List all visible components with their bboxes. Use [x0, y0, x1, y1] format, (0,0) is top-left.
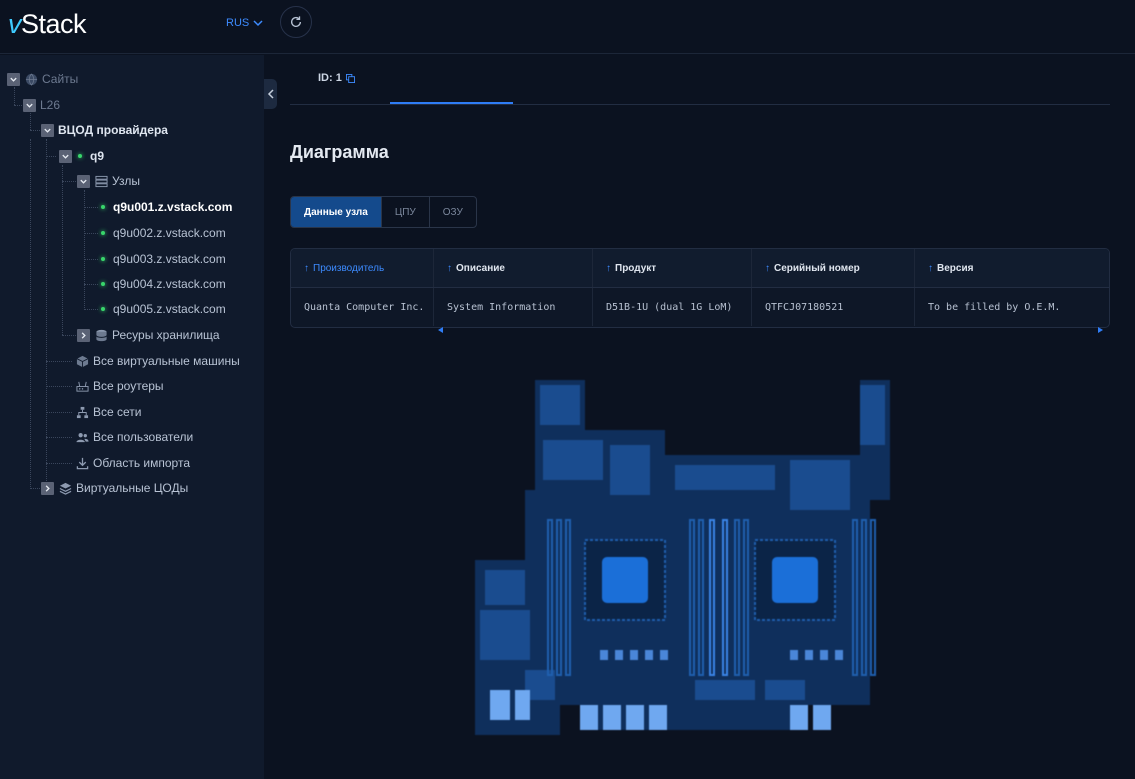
tree-item-cluster-q9[interactable]: q9 — [59, 147, 104, 165]
refresh-button[interactable] — [280, 6, 312, 38]
globe-icon — [24, 72, 38, 86]
tree-item-node[interactable]: q9u003.z.vstack.com — [96, 250, 226, 268]
language-label: RUS — [226, 17, 250, 29]
tree-item-node[interactable]: q9u001.z.vstack.com — [96, 198, 232, 216]
table-header-row: ↑ Производитель ↑ Описание ↑ Продукт ↑ Серий… — [291, 249, 1109, 288]
status-online-dot — [101, 257, 105, 261]
copy-icon[interactable] — [345, 73, 355, 83]
status-online-dot — [78, 154, 82, 158]
expand-toggle[interactable] — [77, 328, 90, 342]
tree-item-import-area[interactable]: Область импорта — [75, 454, 190, 472]
tree-item-label: L26 — [40, 98, 61, 112]
page-title: Диаграмма — [290, 142, 389, 162]
view-segmented-control: Данные узла ЦПУ ОЗУ — [290, 196, 477, 228]
refresh-icon — [290, 16, 302, 27]
tree-item-label: Ресуры хранилища — [112, 328, 220, 342]
active-tab-indicator — [390, 102, 513, 104]
expand-toggle[interactable] — [59, 149, 72, 163]
tree-item-label: Область импорта — [93, 456, 190, 470]
cube-icon — [75, 354, 89, 368]
chevron-down-icon — [253, 20, 263, 27]
tree-item-label: q9 — [90, 149, 105, 163]
tab-bar: ID: 1 — [290, 55, 1110, 105]
tree-item-all-users[interactable]: Все пользователи — [75, 428, 193, 446]
tree-item-label: q9u001.z.vstack.com — [113, 200, 233, 214]
table-cell: D51B-1U (dual 1G LoM) — [593, 288, 752, 326]
tree-item-label: Все роутеры — [93, 379, 164, 393]
table-cell: QTFCJ07180521 — [752, 288, 915, 326]
motherboard-diagram — [475, 380, 890, 735]
segment-ram[interactable]: ОЗУ — [428, 197, 476, 227]
language-selector[interactable]: RUS — [226, 17, 263, 29]
status-online-dot — [101, 282, 105, 286]
tree-item-provider-vdc[interactable]: ВЦОД провайдера — [41, 121, 168, 139]
tree-item-node[interactable]: q9u005.z.vstack.com — [96, 300, 226, 318]
tree-item-label: q9u004.z.vstack.com — [113, 277, 226, 291]
tree-item-nodes[interactable]: Узлы — [77, 172, 140, 190]
download-icon — [75, 456, 89, 470]
database-icon — [94, 328, 108, 342]
tree-item-virtual-vdcs[interactable]: Виртуальные ЦОДы — [41, 479, 188, 497]
expand-toggle[interactable] — [77, 174, 90, 188]
sort-arrow-icon: ↑ — [928, 262, 933, 274]
column-header-serial[interactable]: ↑ Серийный номер — [752, 249, 915, 287]
scroll-right-arrow[interactable] — [1098, 327, 1103, 333]
tree-item-all-routers[interactable]: Все роутеры — [75, 377, 164, 395]
sort-arrow-icon: ↑ — [765, 262, 770, 274]
layers-icon — [58, 481, 72, 495]
scroll-left-arrow[interactable] — [438, 327, 443, 333]
sort-arrow-icon: ↑ — [447, 262, 452, 274]
node-info-table: ↑ Производитель ↑ Описание ↑ Продукт ↑ Серий… — [290, 248, 1110, 328]
tree-item-all-vms[interactable]: Все виртуальные машины — [75, 352, 240, 370]
tree-item-all-networks[interactable]: Все сети — [75, 403, 142, 421]
expand-toggle[interactable] — [41, 481, 54, 495]
column-header-description[interactable]: ↑ Описание — [434, 249, 593, 287]
vstack-logo[interactable]: vStack — [8, 9, 87, 40]
expand-toggle[interactable] — [41, 123, 54, 137]
network-icon — [75, 405, 89, 419]
tree-item-label: Все пользователи — [93, 430, 194, 444]
tree-item-node[interactable]: q9u002.z.vstack.com — [96, 224, 226, 242]
sidebar-collapse-button[interactable] — [264, 79, 277, 109]
segment-cpu[interactable]: ЦПУ — [380, 197, 429, 227]
expand-toggle[interactable] — [7, 72, 20, 86]
tree-item-label: Все сети — [93, 405, 142, 419]
tree-item-node[interactable]: q9u004.z.vstack.com — [96, 275, 226, 293]
tree-item-label: q9u003.z.vstack.com — [113, 252, 226, 266]
tree-item-label: ВЦОД провайдера — [58, 123, 168, 137]
tree-item-label: q9u005.z.vstack.com — [113, 302, 226, 316]
tree-item-sites[interactable]: Сайты — [7, 70, 78, 88]
expand-toggle[interactable] — [23, 98, 36, 112]
tree-item-label: Все виртуальные машины — [93, 354, 240, 368]
status-online-dot — [101, 307, 105, 311]
table-row: Quanta Computer Inc. System Information … — [291, 288, 1109, 326]
tree-item-l26[interactable]: L26 — [23, 96, 60, 114]
tab-id-label: ID: 1 — [318, 72, 342, 84]
sort-arrow-icon: ↑ — [606, 262, 611, 274]
tree-item-label: Виртуальные ЦОДы — [76, 481, 189, 495]
sidebar-tree: Сайты L26 ВЦОД провайдера q9 Узлы q9u001… — [0, 55, 264, 779]
sort-arrow-icon: ↑ — [304, 262, 309, 274]
main-content: ID: 1 Диаграмма Данные узла ЦПУ ОЗУ ↑ Про… — [277, 55, 1135, 779]
top-bar: vStack RUS — [0, 0, 1135, 54]
table-cell: Quanta Computer Inc. — [291, 288, 434, 326]
tab-id[interactable]: ID: 1 — [318, 72, 355, 84]
table-cell: To be filled by O.E.M. — [928, 301, 1061, 313]
tree-item-storage[interactable]: Ресуры хранилища — [77, 326, 220, 344]
segment-node-data[interactable]: Данные узла — [291, 197, 381, 227]
column-header-manufacturer[interactable]: ↑ Производитель — [291, 249, 434, 287]
server-icon — [94, 174, 108, 188]
tree-item-label: Узлы — [112, 174, 140, 188]
column-header-version[interactable]: ↑ Версия — [915, 249, 1109, 287]
table-cell: System Information — [434, 288, 593, 326]
users-icon — [75, 430, 89, 444]
tree-item-label: q9u002.z.vstack.com — [113, 226, 226, 240]
router-icon — [75, 379, 89, 393]
status-online-dot — [101, 205, 105, 209]
column-header-product[interactable]: ↑ Продукт — [593, 249, 752, 287]
tree-item-label: Сайты — [42, 72, 79, 86]
chevron-left-icon — [267, 89, 274, 99]
status-online-dot — [101, 231, 105, 235]
